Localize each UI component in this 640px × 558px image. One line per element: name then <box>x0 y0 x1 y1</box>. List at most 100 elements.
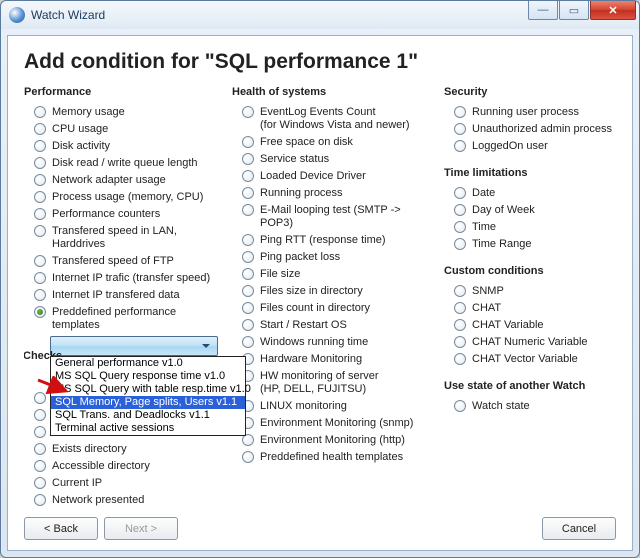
radio-icon <box>34 392 46 404</box>
radio-option[interactable]: LINUX monitoring <box>232 398 432 415</box>
radio-option[interactable]: CPU usage <box>24 121 220 138</box>
radio-option[interactable]: Day of Week <box>444 202 616 219</box>
radio-option[interactable]: Start / Restart OS <box>232 317 432 334</box>
radio-label: Internet IP trafic (transfer speed) <box>52 272 220 285</box>
content: Add condition for "SQL performance 1" Ch… <box>7 35 633 551</box>
radio-option[interactable]: CHAT Vector Variable <box>444 351 616 368</box>
radio-option[interactable]: Time Range <box>444 236 616 253</box>
close-button[interactable]: ✕ <box>590 1 636 20</box>
template-dropdown-wrap: General performance v1.0MS SQL Query res… <box>50 336 218 356</box>
next-button[interactable]: Next > <box>104 517 178 540</box>
dropdown-item[interactable]: MS SQL Query response time v1.0 <box>51 370 245 383</box>
radio-icon <box>242 302 254 314</box>
security-options: Running user processUnauthorized admin p… <box>444 104 616 155</box>
back-button[interactable]: < Back <box>24 517 98 540</box>
radio-option[interactable]: Performance counters <box>24 206 220 223</box>
radio-icon <box>242 251 254 263</box>
dropdown-item[interactable]: SQL Memory, Page splits, Users v1.1 <box>51 396 245 409</box>
radio-option[interactable]: CHAT Numeric Variable <box>444 334 616 351</box>
radio-option[interactable]: Accessible directory <box>24 458 220 475</box>
radio-icon <box>242 153 254 165</box>
radio-label: Preddefined health templates <box>260 451 432 464</box>
radio-label: CHAT Vector Variable <box>472 353 616 366</box>
radio-icon <box>242 187 254 199</box>
dropdown-item[interactable]: General performance v1.0 <box>51 357 245 370</box>
radio-icon <box>34 174 46 186</box>
minimize-button[interactable]: — <box>528 1 558 20</box>
radio-option[interactable]: Current IP <box>24 475 220 492</box>
radio-option[interactable]: LoggedOn user <box>444 138 616 155</box>
radio-option[interactable]: Preddefined performance templates <box>24 304 220 334</box>
radio-option[interactable]: Ping RTT (response time) <box>232 232 432 249</box>
dropdown-item[interactable]: MS SQL Query with table resp.time v1.0 <box>51 383 245 396</box>
radio-icon <box>454 221 466 233</box>
radio-option[interactable]: Windows running time <box>232 334 432 351</box>
radio-option[interactable]: Ping packet loss <box>232 249 432 266</box>
radio-option[interactable]: EventLog Events Count(for Windows Vista … <box>232 104 432 134</box>
radio-label: CPU usage <box>52 123 220 136</box>
radio-option[interactable]: Loaded Device Driver <box>232 168 432 185</box>
radio-option[interactable]: Unauthorized admin process <box>444 121 616 138</box>
radio-option[interactable]: Environment Monitoring (http) <box>232 432 432 449</box>
radio-option[interactable]: E-Mail looping test (SMTP -> POP3) <box>232 202 432 232</box>
radio-option[interactable]: SNMP <box>444 283 616 300</box>
radio-icon <box>242 106 254 118</box>
radio-option[interactable]: CHAT Variable <box>444 317 616 334</box>
radio-icon <box>34 477 46 489</box>
radio-option[interactable]: Exists directory <box>24 441 220 458</box>
radio-icon <box>454 123 466 135</box>
radio-option[interactable]: Running user process <box>444 104 616 121</box>
cancel-button[interactable]: Cancel <box>542 517 616 540</box>
radio-icon <box>34 272 46 284</box>
dropdown-item[interactable]: SQL Trans. and Deadlocks v1.1 <box>51 409 245 422</box>
radio-label: Hardware Monitoring <box>260 353 432 366</box>
radio-option[interactable]: Time <box>444 219 616 236</box>
radio-label: Environment Monitoring (snmp) <box>260 417 432 430</box>
radio-option[interactable]: CHAT <box>444 300 616 317</box>
radio-option[interactable]: Service status <box>232 151 432 168</box>
radio-icon <box>34 255 46 267</box>
radio-option[interactable]: Internet IP transfered data <box>24 287 220 304</box>
radio-option[interactable]: Preddefined health templates <box>232 449 432 466</box>
radio-option[interactable]: Files count in directory <box>232 300 432 317</box>
radio-option[interactable]: Network presented <box>24 492 220 509</box>
maximize-button[interactable]: ▭ <box>559 1 589 20</box>
radio-label: SNMP <box>472 285 616 298</box>
radio-option[interactable]: Environment Monitoring (snmp) <box>232 415 432 432</box>
radio-icon <box>34 306 46 318</box>
radio-icon <box>34 426 46 438</box>
radio-option[interactable]: Network adapter usage <box>24 172 220 189</box>
radio-label: Files size in directory <box>260 285 432 298</box>
radio-label: Ping packet loss <box>260 251 432 264</box>
group-title-state: Use state of another Watch <box>444 380 616 392</box>
radio-option[interactable]: Hardware Monitoring <box>232 351 432 368</box>
radio-label: Date <box>472 187 616 200</box>
radio-option[interactable]: Disk read / write queue length <box>24 155 220 172</box>
radio-option[interactable]: Transfered speed in LAN, Harddrives <box>24 223 220 253</box>
radio-icon <box>34 289 46 301</box>
radio-label: Windows running time <box>260 336 432 349</box>
radio-option[interactable]: Transfered speed of FTP <box>24 253 220 270</box>
columns: Checks Performance Memory usageCPU usage… <box>24 86 616 509</box>
dropdown-item[interactable]: Terminal active sessions <box>51 422 245 435</box>
radio-option[interactable]: Date <box>444 185 616 202</box>
radio-option[interactable]: Running process <box>232 185 432 202</box>
chevron-down-icon <box>202 344 210 348</box>
radio-label: Network adapter usage <box>52 174 220 187</box>
template-dropdown[interactable] <box>50 336 218 356</box>
radio-option[interactable]: Disk activity <box>24 138 220 155</box>
radio-option[interactable]: File size <box>232 266 432 283</box>
radio-label: Ping RTT (response time) <box>260 234 432 247</box>
radio-icon <box>454 204 466 216</box>
radio-option[interactable]: Process usage (memory, CPU) <box>24 189 220 206</box>
radio-option[interactable]: HW monitoring of server(HP, DELL, FUJITS… <box>232 368 432 398</box>
radio-label: Free space on disk <box>260 136 432 149</box>
radio-option[interactable]: Memory usage <box>24 104 220 121</box>
radio-label: Preddefined performance templates <box>52 306 220 332</box>
radio-option[interactable]: Internet IP trafic (transfer speed) <box>24 270 220 287</box>
radio-icon <box>34 208 46 220</box>
radio-option[interactable]: Watch state <box>444 398 616 415</box>
radio-option[interactable]: Free space on disk <box>232 134 432 151</box>
radio-option[interactable]: Files size in directory <box>232 283 432 300</box>
radio-icon <box>242 336 254 348</box>
